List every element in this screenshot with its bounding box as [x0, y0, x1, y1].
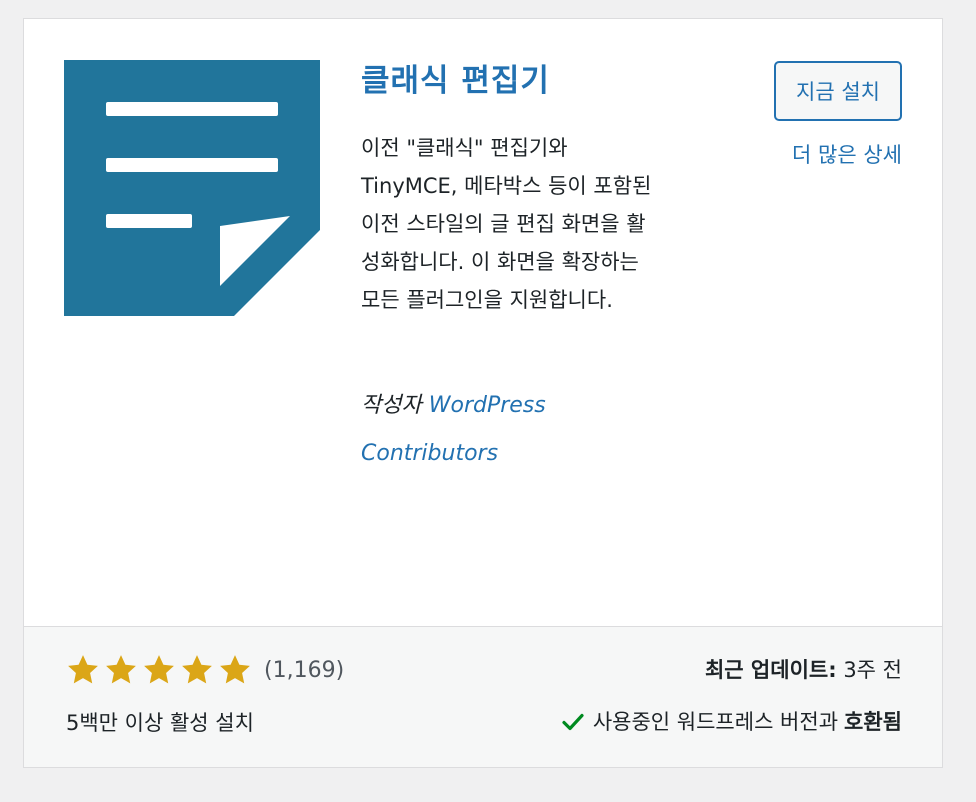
rating-count: (1,169): [264, 657, 345, 683]
plugin-title[interactable]: 클래식 편집기: [361, 57, 550, 105]
star-icon: [182, 655, 212, 684]
compatibility-status: 사용중인 워드프레스 버전과 호환됨: [561, 705, 902, 739]
compatibility-value: 호환됨: [844, 710, 902, 734]
last-updated: 최근 업데이트: 3주 전: [705, 653, 902, 687]
card-footer: (1,169) 5백만 이상 활성 설치 최근 업데이트: 3주 전 사용중인 …: [24, 626, 942, 767]
plugin-description: 이전 "클래식" 편집기와 TinyMCE, 메타박스 등이 포함된 이전 스타…: [361, 136, 652, 312]
star-icon: [68, 655, 98, 684]
star-icon: [220, 655, 250, 684]
install-now-button[interactable]: 지금 설치: [774, 61, 902, 121]
more-details-link[interactable]: 더 많은 상세: [792, 139, 902, 169]
last-updated-value: 3주 전: [843, 658, 902, 682]
author-prefix: 작성자: [361, 393, 422, 418]
active-installs: 5백만 이상 활성 설치: [66, 711, 254, 735]
plugin-author: 작성자 WordPress Contributors: [361, 382, 661, 478]
compatibility-text: 사용중인 워드프레스 버전과: [592, 710, 839, 734]
star-rating: (1,169): [66, 653, 344, 687]
document-icon[interactable]: [64, 60, 320, 316]
star-icon: [144, 655, 174, 684]
star-icon: [106, 655, 136, 684]
last-updated-label: 최근 업데이트:: [704, 658, 837, 682]
plugin-card: 클래식 편집기 이전 "클래식" 편집기와 TinyMCE, 메타박스 등이 포…: [23, 18, 943, 768]
checkmark-icon: [562, 713, 584, 731]
